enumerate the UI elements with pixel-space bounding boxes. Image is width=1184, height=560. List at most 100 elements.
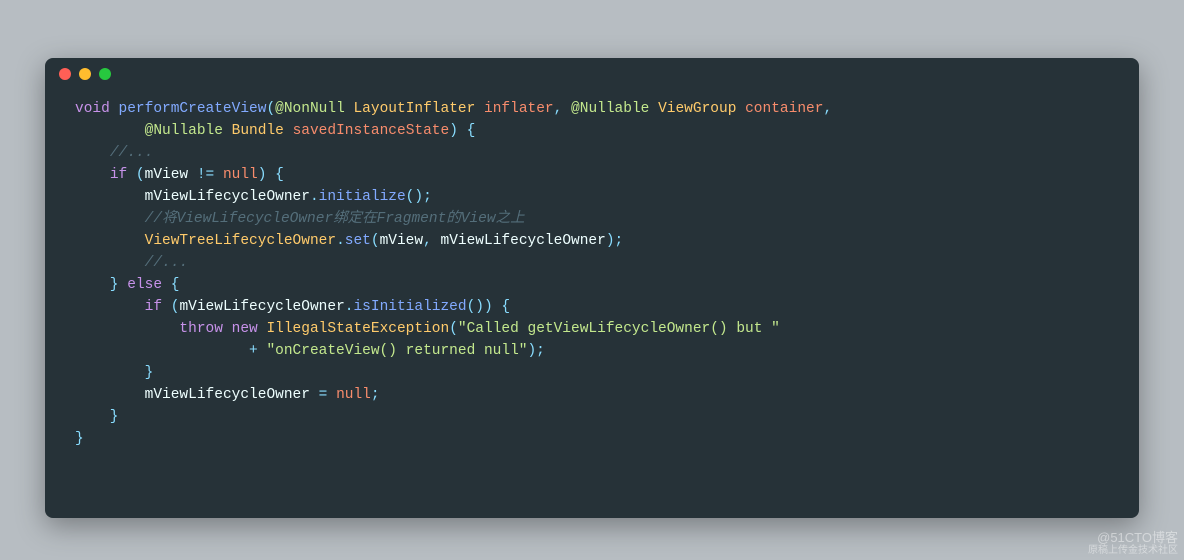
code-token: performCreateView [119, 101, 267, 117]
code-token [75, 189, 145, 205]
code-line: //将ViewLifecycleOwner绑定在Fragment的View之上 [75, 208, 1109, 230]
code-line: void performCreateView(@NonNull LayoutIn… [75, 98, 1109, 120]
code-token: "Called getViewLifecycleOwner() but " [458, 321, 780, 337]
code-token: ( [371, 233, 380, 249]
code-token [223, 321, 232, 337]
code-token: mView [380, 233, 424, 249]
code-line: if (mViewLifecycleOwner.isInitialized())… [75, 296, 1109, 318]
code-token: ; [371, 387, 380, 403]
code-token: //... [145, 255, 189, 271]
code-token: ); [527, 343, 544, 359]
code-token: @Nullable [571, 101, 649, 117]
code-window: void performCreateView(@NonNull LayoutIn… [45, 58, 1139, 518]
code-token: "onCreateView() returned null" [266, 343, 527, 359]
code-token: . [310, 189, 319, 205]
code-token: != [188, 167, 223, 183]
code-token [649, 101, 658, 117]
code-token: IllegalStateException [266, 321, 449, 337]
code-token [75, 145, 110, 161]
code-token: } [75, 431, 84, 447]
code-line: ViewTreeLifecycleOwner.set(mView, mViewL… [75, 230, 1109, 252]
code-token: } [75, 365, 153, 381]
code-token: ( [162, 299, 179, 315]
watermark: @51CTO博客 原稿上传金技术社区 [1088, 531, 1178, 556]
code-line: } [75, 428, 1109, 450]
titlebar [45, 58, 1139, 90]
code-token: ViewGroup [658, 101, 736, 117]
code-token: container [745, 101, 823, 117]
code-token: , [823, 101, 832, 117]
code-line: if (mView != null) { [75, 164, 1109, 186]
code-token: if [110, 167, 127, 183]
code-line: } [75, 362, 1109, 384]
code-block: void performCreateView(@NonNull LayoutIn… [45, 90, 1139, 466]
code-token: ( [127, 167, 144, 183]
code-line: mViewLifecycleOwner.initialize(); [75, 186, 1109, 208]
code-token: mViewLifecycleOwner [145, 189, 310, 205]
code-token [223, 123, 232, 139]
code-token: isInitialized [353, 299, 466, 315]
code-token: ( [266, 101, 275, 117]
code-token: throw [179, 321, 223, 337]
minimize-dot-icon[interactable] [79, 68, 91, 80]
code-token: } [75, 277, 127, 293]
code-token: + [75, 343, 266, 359]
code-token: savedInstanceState [293, 123, 450, 139]
code-token: initialize [319, 189, 406, 205]
code-token: //... [110, 145, 154, 161]
code-line: @Nullable Bundle savedInstanceState) { [75, 120, 1109, 142]
code-token: if [145, 299, 162, 315]
code-token [75, 167, 110, 183]
code-token [75, 299, 145, 315]
code-token: , [423, 233, 440, 249]
code-token: mViewLifecycleOwner [441, 233, 606, 249]
code-token [75, 387, 145, 403]
code-token: LayoutInflater [353, 101, 475, 117]
code-line: //... [75, 252, 1109, 274]
code-line: } [75, 406, 1109, 428]
code-token: @Nullable [145, 123, 223, 139]
code-token [75, 233, 145, 249]
code-token [75, 255, 145, 271]
code-line: mViewLifecycleOwner = null; [75, 384, 1109, 406]
code-token: //将ViewLifecycleOwner绑定在Fragment的View之上 [145, 211, 525, 227]
code-token: @NonNull [275, 101, 345, 117]
code-token [75, 123, 145, 139]
code-token: ) { [449, 123, 475, 139]
code-token: = [310, 387, 336, 403]
watermark-line2: 原稿上传金技术社区 [1088, 545, 1178, 556]
code-token: . [336, 233, 345, 249]
page-root: void performCreateView(@NonNull LayoutIn… [0, 0, 1184, 560]
code-token: mViewLifecycleOwner [145, 387, 310, 403]
code-token [475, 101, 484, 117]
code-token: else [127, 277, 162, 293]
code-token: set [345, 233, 371, 249]
code-token: } [75, 409, 119, 425]
code-token [110, 101, 119, 117]
code-token [75, 211, 145, 227]
maximize-dot-icon[interactable] [99, 68, 111, 80]
code-token: Bundle [232, 123, 284, 139]
code-token [75, 321, 179, 337]
code-token: ( [449, 321, 458, 337]
close-dot-icon[interactable] [59, 68, 71, 80]
code-token: void [75, 101, 110, 117]
code-line: //... [75, 142, 1109, 164]
code-token: , [554, 101, 571, 117]
code-token: mViewLifecycleOwner [179, 299, 344, 315]
code-token: ) { [258, 167, 284, 183]
code-token: null [336, 387, 371, 403]
code-line: throw new IllegalStateException("Called … [75, 318, 1109, 340]
code-token: mView [145, 167, 189, 183]
code-token: (); [406, 189, 432, 205]
code-token [284, 123, 293, 139]
code-token [736, 101, 745, 117]
watermark-line1: @51CTO博客 [1088, 531, 1178, 545]
code-line: + "onCreateView() returned null"); [75, 340, 1109, 362]
code-token: new [232, 321, 258, 337]
code-token: { [162, 277, 179, 293]
code-token: inflater [484, 101, 554, 117]
code-line: } else { [75, 274, 1109, 296]
code-token: ()) { [467, 299, 511, 315]
code-token: ViewTreeLifecycleOwner [145, 233, 336, 249]
